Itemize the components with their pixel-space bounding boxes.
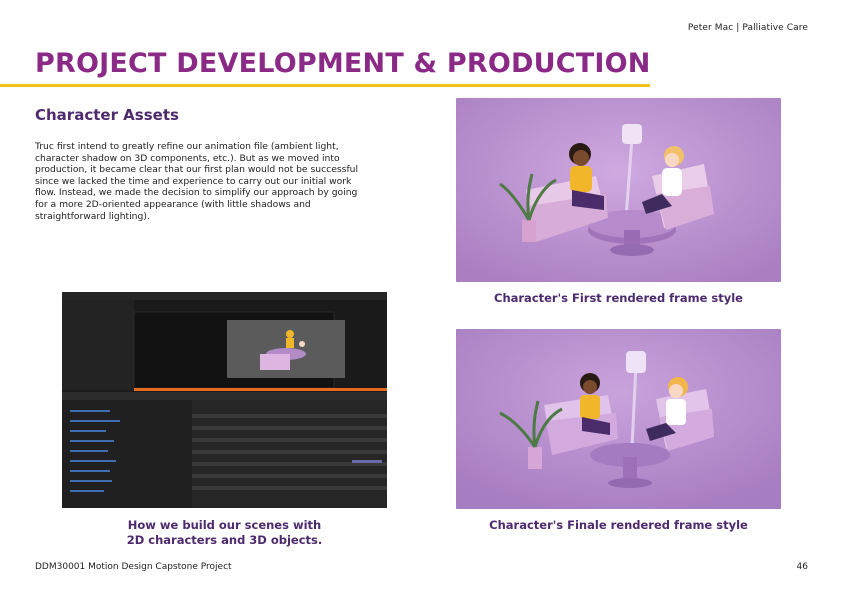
after-effects-editor-screenshot [62, 292, 387, 508]
section-body-text: Truc first intend to greatly refine our … [35, 141, 359, 222]
editor-caption-line-1: How we build our scenes with [127, 518, 322, 532]
header-project-label: Peter Mac | Palliative Care [687, 23, 808, 33]
title-underline [0, 84, 650, 87]
editor-caption-line-2: 2D characters and 3D objects. [126, 533, 323, 547]
section-heading: Character Assets [35, 106, 179, 124]
final-rendered-frame-image [456, 329, 781, 509]
page-number: 46 [796, 562, 808, 572]
footer-course-label: DDM30001 Motion Design Capstone Project [35, 562, 232, 572]
first-frame-caption: Character's First rendered frame style [494, 291, 743, 305]
first-rendered-frame-image [456, 98, 781, 282]
editor-caption: How we build our scenes with 2D characte… [62, 518, 387, 548]
final-frame-caption: Character's Finale rendered frame style [489, 518, 748, 532]
page-title: PROJECT DEVELOPMENT & PRODUCTION [35, 48, 651, 79]
